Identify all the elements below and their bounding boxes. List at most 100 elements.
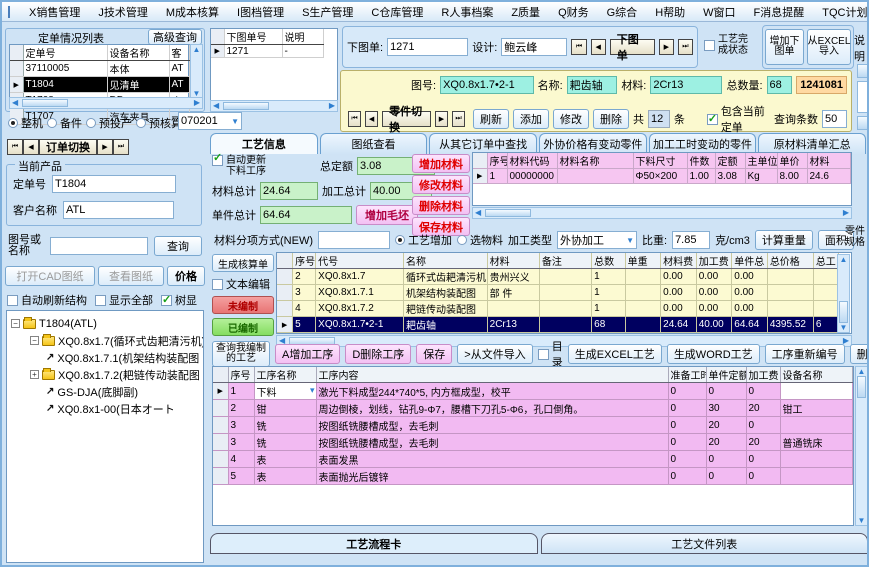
table-row[interactable]: ▶T1804见清单AT <box>10 77 189 93</box>
bom-table-vertical-scrollbar[interactable]: ▲▼ <box>837 254 850 333</box>
generate-excel-button[interactable]: 生成EXCEL工艺 <box>568 344 662 364</box>
menu-item[interactable]: I图档管理 <box>228 4 293 20</box>
calc-weight-button[interactable]: 计算重量 <box>755 230 813 250</box>
show-all-checkbox[interactable]: 显示全部 <box>95 292 153 308</box>
tab[interactable]: 加工工时变动的零件 <box>649 133 757 154</box>
process-table-vertical-scrollbar[interactable]: ▲▼ <box>855 366 868 526</box>
tab[interactable]: 外协价格有变动零件 <box>539 133 647 154</box>
table-row[interactable]: 2XQ0.8x1.7循环式齿耙清污机贵州兴义10.000.000.00 <box>277 269 839 285</box>
tree-view-checkbox[interactable]: 树显 <box>161 292 197 308</box>
tree-item[interactable]: ↗ GS-DJA(底脚副) <box>11 383 203 400</box>
collapse-icon[interactable]: − <box>11 319 20 328</box>
open-cad-button[interactable]: 打开CAD图纸 <box>5 266 95 286</box>
delete-button[interactable]: 删除 <box>593 109 629 129</box>
first-sheet-button[interactable]: ⏮ <box>571 39 586 55</box>
material-split-input[interactable] <box>318 231 390 249</box>
add-operation-button[interactable]: A增加工序 <box>275 344 340 364</box>
query-my-craft-button[interactable]: 查询我编制的工艺 <box>212 341 270 367</box>
table-row[interactable]: 5表表面抛光后镀锌000 <box>213 468 853 485</box>
menu-item[interactable]: F消息提醒 <box>745 4 814 20</box>
prev-order-button[interactable]: ◀ <box>23 139 39 155</box>
table-row[interactable]: 3铣按图纸铣腰槽成型，去毛刺02020普通铣床 <box>213 434 853 451</box>
delete-empty-operations-button[interactable]: 删除空工序 <box>850 344 869 364</box>
query-button[interactable]: 查询 <box>154 236 202 256</box>
add-sheet-button[interactable]: 增加下图单 <box>765 29 804 65</box>
generate-costing-button[interactable]: 生成核算单 <box>212 254 274 272</box>
order-code-combo[interactable]: 070201▼ <box>178 112 242 130</box>
tab[interactable]: 原材料清单汇总 <box>758 133 866 154</box>
compiled-button[interactable]: 已编制 <box>212 318 274 336</box>
add-blank-button[interactable]: 增加毛坯 <box>356 205 418 225</box>
advanced-query-button[interactable]: 高级查询 <box>148 29 202 45</box>
first-part-button[interactable]: ⏮ <box>348 111 361 127</box>
sheet-table-horizontal-scrollbar[interactable]: ◀▶ <box>210 100 338 112</box>
modify-button[interactable]: 修改 <box>553 109 589 129</box>
designer-input[interactable]: 鲍云峰 <box>501 38 567 56</box>
table-row[interactable]: ▶5XQ0.8x1.7•2-1耙齿轴2Cr136824.6440.0064.64… <box>277 317 839 333</box>
delete-material-button[interactable]: 删除材料 <box>412 196 470 215</box>
modify-material-button[interactable]: 修改材料 <box>412 175 470 194</box>
import-from-file-button[interactable]: >从文件导入 <box>457 344 532 364</box>
menu-item[interactable]: J技术管理 <box>89 4 157 20</box>
import-excel-button[interactable]: 从EXCEL导入 <box>807 29 851 65</box>
first-order-button[interactable]: ⏮ <box>7 139 23 155</box>
tab[interactable]: 图纸查看 <box>320 133 428 154</box>
figure-no-field[interactable]: XQ0.8x1.7•2-1 <box>440 76 534 94</box>
menu-item[interactable]: Q财务 <box>549 4 598 20</box>
table-row[interactable]: 3XQ0.8x1.7.1机架结构装配图部 件10.000.000.00 <box>277 285 839 301</box>
table-row[interactable]: 37110005本体AT <box>10 61 189 77</box>
next-part-button[interactable]: ▶ <box>435 111 448 127</box>
radio-select-material[interactable]: 选物料 <box>457 232 503 248</box>
menu-item[interactable]: TQC计划 <box>813 4 869 20</box>
radio-whole-machine[interactable]: 整机 <box>8 115 43 131</box>
view-drawing-button[interactable]: 查看图纸 <box>98 266 164 286</box>
tree-item[interactable]: + XQ0.8x1.7.2(耙链传动装配图 <box>11 366 203 383</box>
last-order-button[interactable]: ⏭ <box>113 139 129 155</box>
order-table-vertical-scrollbar[interactable]: ▲▼ <box>190 44 203 99</box>
craft-complete-checkbox[interactable]: 工艺完成状态 <box>704 34 748 56</box>
table-row[interactable]: ▶100000000Φ50×2001.003.08Kg8.0024.6 <box>473 169 851 184</box>
price-button[interactable]: 价格 <box>167 266 205 286</box>
total-qty-field[interactable]: 68 <box>767 76 793 94</box>
save-button[interactable]: 保存 <box>416 344 452 364</box>
renumber-operations-button[interactable]: 工序重新编号 <box>765 344 845 364</box>
menu-item[interactable]: Z质量 <box>502 4 549 20</box>
menu-item[interactable]: C仓库管理 <box>362 4 432 20</box>
table-row[interactable]: 3铣按图纸铣腰槽成型，去毛刺0200 <box>213 417 853 434</box>
add-material-button[interactable]: 增加材料 <box>412 154 470 173</box>
process-type-combo[interactable]: 外协加工▼ <box>557 231 637 249</box>
right-mini-scrollbar[interactable] <box>857 64 869 130</box>
table-row[interactable]: 4XQ0.8x1.7.2耙链传动装配图10.000.000.00 <box>277 301 839 317</box>
delete-operation-button[interactable]: D删除工序 <box>345 344 411 364</box>
add-button[interactable]: 添加 <box>513 109 549 129</box>
generate-word-button[interactable]: 生成WORD工艺 <box>667 344 760 364</box>
prev-part-button[interactable]: ◀ <box>365 111 378 127</box>
part-name-field[interactable]: 耙齿轴 <box>567 76 618 94</box>
menu-item[interactable]: R人事档案 <box>432 4 502 20</box>
tree-item[interactable]: ↗ XQ0.8x1.7.1(机架结构装配图 <box>11 349 203 366</box>
collapse-icon[interactable]: − <box>30 336 39 345</box>
include-current-order-checkbox[interactable]: 包含当前定单 <box>707 103 770 135</box>
material-table-horizontal-scrollbar[interactable]: ◀▶ <box>472 207 852 219</box>
material-total-field[interactable]: 24.64 <box>260 182 318 200</box>
tree-item[interactable]: − XQ0.8x1.7(循环式齿耙清污机)[ <box>11 332 203 349</box>
drawing-no-input[interactable] <box>50 237 148 255</box>
menu-item[interactable]: X销售管理 <box>20 4 89 20</box>
radio-pre-production[interactable]: 预投产 <box>86 115 132 131</box>
order-no-field[interactable]: T1804 <box>52 175 176 193</box>
tree-item[interactable]: ↗ XQ0.8x1-00(日本オート <box>11 400 203 417</box>
table-row[interactable]: ▶1271- <box>211 45 323 58</box>
table-row[interactable]: ▶1下料激光下料成型244*740*5, 内方框成型，校平000 <box>213 383 853 400</box>
radio-pre-costing[interactable]: 预核算 <box>136 115 182 131</box>
refresh-button[interactable]: 刷新 <box>473 109 509 129</box>
unit-total-field[interactable]: 64.64 <box>260 206 352 224</box>
menu-item[interactable]: M成本核算 <box>157 4 228 20</box>
customer-field[interactable]: ATL <box>63 201 174 219</box>
table-row[interactable]: 6XQ0.8x1.7•2-2耙齿（孔径Φ18.5）304244853.2846.… <box>277 333 839 335</box>
next-sheet-button[interactable]: ▶ <box>659 39 674 55</box>
table-row[interactable]: 2钳周边倒棱，划线，钻孔9-Φ7，腰槽下刀孔5-Φ6，孔口倒角。03020钳工 <box>213 400 853 417</box>
auto-update-cutting-checkbox[interactable]: 自动更新下料工序 <box>212 155 298 177</box>
tree-item[interactable]: − T1804(ATL) <box>11 315 203 332</box>
prev-sheet-button[interactable]: ◀ <box>591 39 606 55</box>
radio-craft-add[interactable]: 工艺增加 <box>395 232 452 248</box>
